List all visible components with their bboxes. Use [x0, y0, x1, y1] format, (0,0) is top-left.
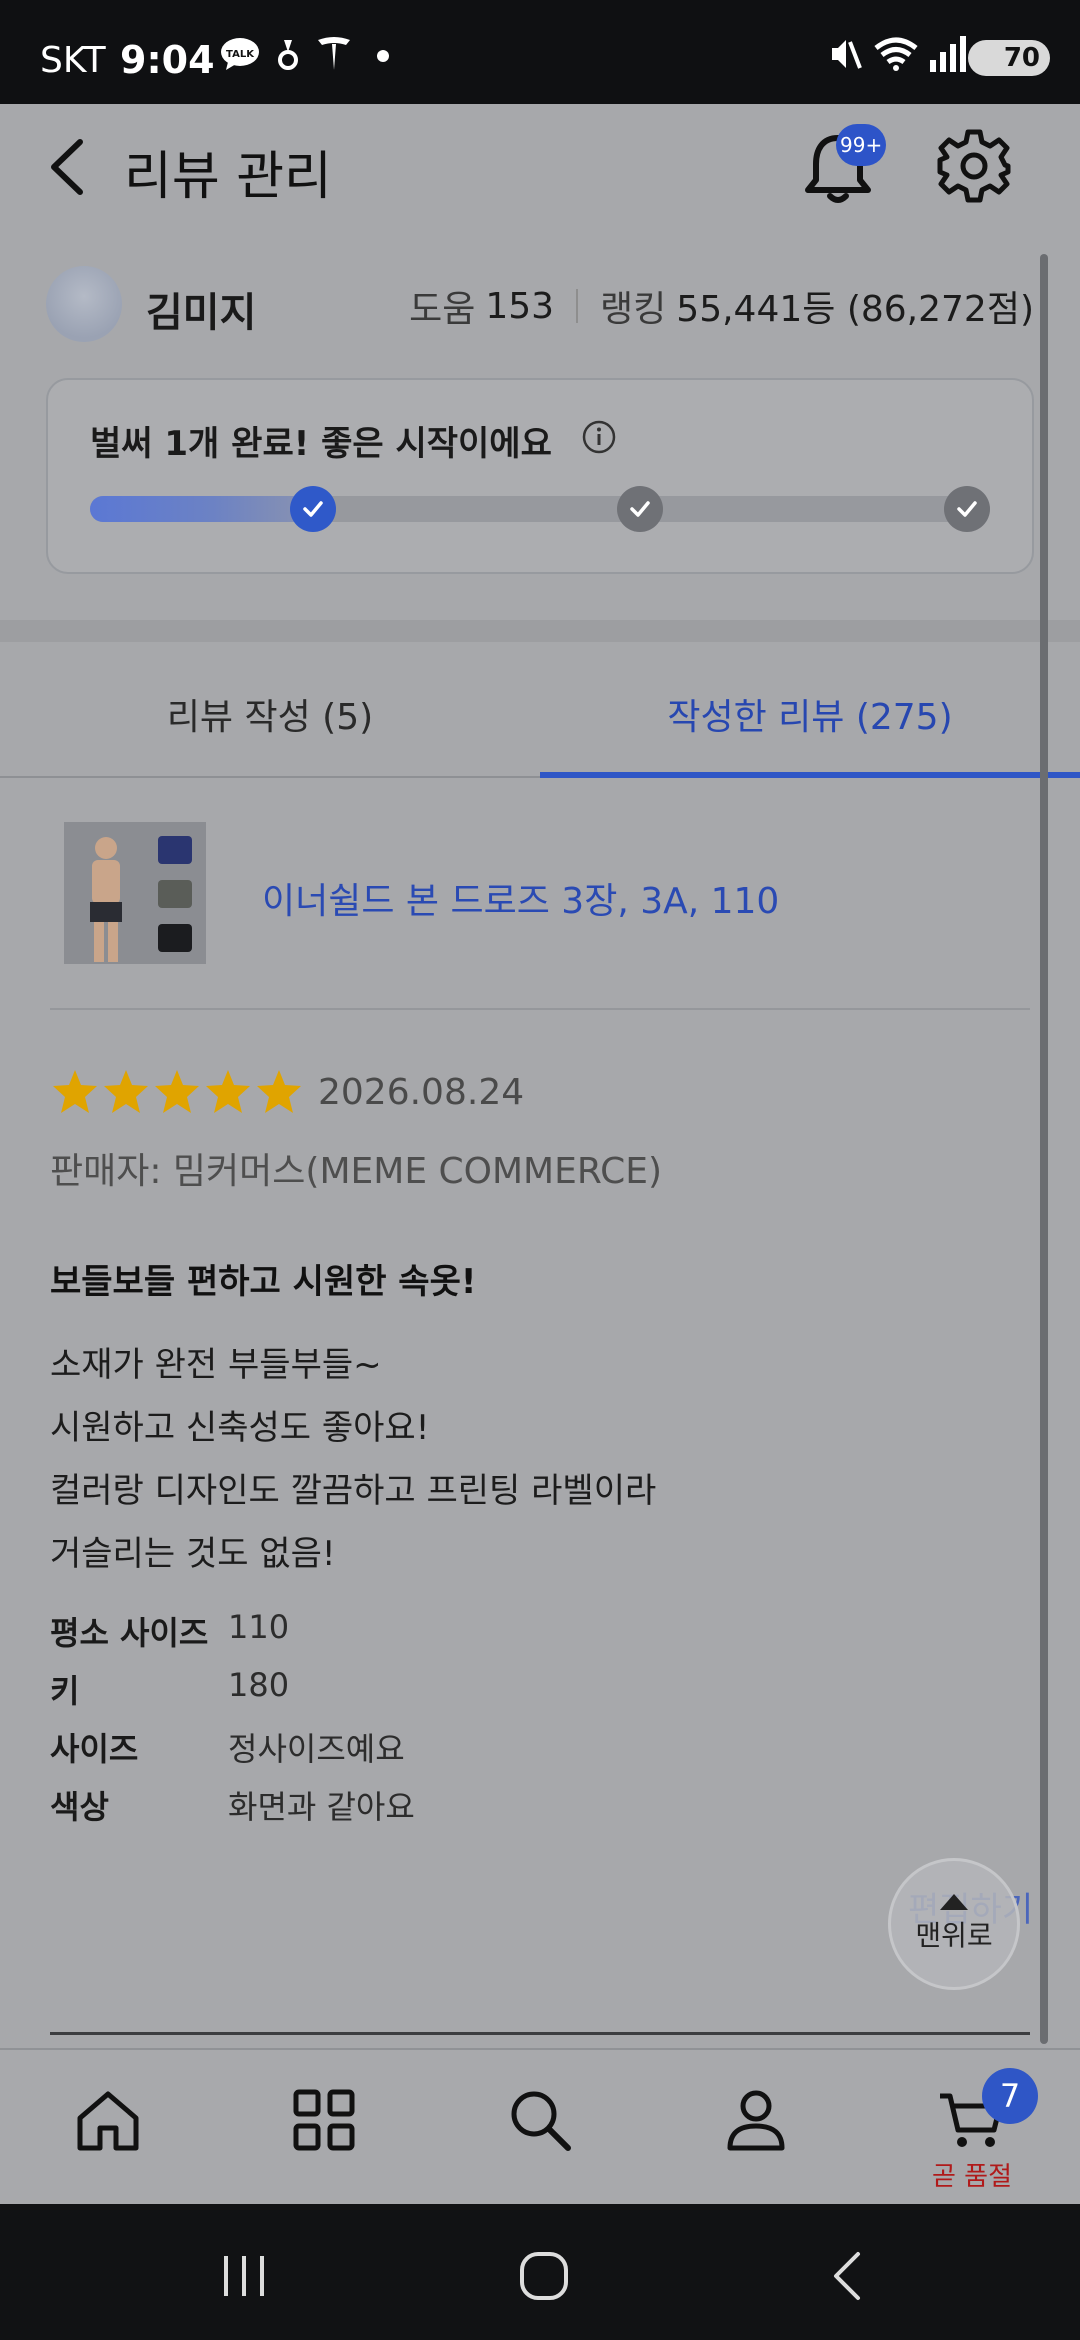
- page-title: 리뷰 관리: [124, 147, 332, 207]
- star-icon: [206, 1070, 250, 1113]
- svg-text:TALK: TALK: [226, 49, 255, 60]
- tesla-icon: [318, 37, 350, 70]
- attribute-row: 사이즈 정사이즈예요: [50, 1724, 415, 1782]
- cart-count-badge: 7: [982, 2068, 1038, 2124]
- system-navigation: [0, 2204, 1080, 2340]
- profile-summary: 김미지 도움 153 랭킹 55,441등 (86,272점): [0, 250, 1080, 360]
- mute-icon: [832, 40, 862, 69]
- attribute-key: 키: [50, 1672, 80, 1710]
- signal-icon: [930, 36, 966, 72]
- arrow-up-icon: [940, 1894, 968, 1910]
- carrier-label: SKT: [40, 40, 106, 81]
- stats-divider: [576, 289, 579, 323]
- user-name: 김미지: [146, 290, 257, 336]
- attribute-row: 평소 사이즈 110: [50, 1608, 415, 1666]
- review-line: 소재가 완전 부들부들~: [50, 1345, 382, 1385]
- ranking-value: 55,441등 (86,272점): [676, 289, 1034, 330]
- profile-icon[interactable]: [720, 2084, 792, 2156]
- attribute-value: 화면과 같아요: [228, 1788, 415, 1826]
- profile-stats: 도움 153 랭킹 55,441등 (86,272점): [409, 280, 1034, 332]
- attribute-key: 평소 사이즈: [50, 1614, 209, 1652]
- progress-card: 벌써 1개 완료! 좋은 시작이에요: [46, 378, 1034, 574]
- info-icon[interactable]: [582, 420, 616, 454]
- progress-message: 벌써 1개 완료! 좋은 시작이에요: [90, 424, 552, 464]
- progress-track: [90, 496, 990, 522]
- scroll-to-top-button[interactable]: 맨위로: [888, 1858, 1020, 1990]
- app-header: 리뷰 관리 99+: [0, 104, 1080, 230]
- step-pending-check-icon: [617, 486, 663, 532]
- seller-name: 판매자: 밈커머스(MEME COMMERCE): [50, 1151, 663, 1192]
- avatar[interactable]: [46, 266, 122, 342]
- review-line: 거슬리는 것도 없음!: [50, 1534, 336, 1574]
- star-icon: [155, 1070, 199, 1113]
- star-rating: [50, 1068, 305, 1116]
- tab-written-reviews[interactable]: 작성한 리뷰 (275): [540, 688, 1080, 740]
- status-bar: SKT 9:04 TALK 70: [0, 0, 1080, 104]
- recent-apps-icon[interactable]: [214, 2246, 274, 2306]
- progress-fill: [90, 496, 313, 522]
- review-line: 컬러랑 디자인도 깔끔하고 프린팅 라벨이라: [50, 1471, 657, 1511]
- ranking-label: 랭킹: [600, 289, 667, 330]
- tab-write-review[interactable]: 리뷰 작성 (5): [0, 688, 540, 740]
- attribute-row: 키 180: [50, 1666, 415, 1724]
- attribute-key: 색상: [50, 1788, 109, 1826]
- product-divider: [50, 1008, 1030, 1010]
- product-name-link[interactable]: 이너쉴드 본 드로즈 3장, 3A, 110: [262, 872, 779, 924]
- step-complete-check-icon: [290, 486, 336, 532]
- step-pending-check-icon: [944, 486, 990, 532]
- app-notification-icon: [278, 40, 298, 70]
- section-divider: [0, 620, 1080, 642]
- notification-badge: 99+: [836, 124, 887, 166]
- review-line: 시원하고 신축성도 좋아요!: [50, 1408, 430, 1448]
- review-title: 보들보들 편하고 시원한 속옷!: [50, 1262, 477, 1302]
- category-icon[interactable]: [288, 2084, 360, 2156]
- gear-icon[interactable]: [936, 126, 1012, 206]
- star-icon: [257, 1070, 301, 1113]
- star-icon: [104, 1070, 148, 1113]
- product-thumbnail[interactable]: [64, 822, 206, 964]
- back-button-icon[interactable]: [820, 2246, 880, 2306]
- home-icon[interactable]: [72, 2084, 144, 2156]
- scrollbar[interactable]: [1040, 254, 1048, 2044]
- scroll-to-top-label: 맨위로: [915, 1919, 993, 1952]
- battery-indicator: 70: [968, 40, 1050, 76]
- help-count: 153: [485, 285, 555, 327]
- search-icon[interactable]: [504, 2084, 576, 2156]
- attribute-value: 정사이즈예요: [228, 1730, 405, 1768]
- attribute-value: 110: [228, 1608, 290, 1646]
- talk-icon: TALK: [221, 38, 259, 70]
- star-icon: [53, 1070, 97, 1113]
- bottom-navigation: 7 곧 품절: [0, 2048, 1080, 2204]
- review-date: 2026.08.24: [318, 1072, 525, 1113]
- review-body: 소재가 완전 부들부들~ 시원하고 신축성도 좋아요! 컬러랑 디자인도 깔끔하…: [50, 1334, 656, 1586]
- back-arrow-icon[interactable]: [44, 132, 92, 202]
- attribute-row: 색상 화면과 같아요: [50, 1782, 415, 1840]
- review-attributes: 평소 사이즈 110 키 180 사이즈 정사이즈예요 색상 화면과 같아요: [50, 1608, 415, 1840]
- cart-soldout-notice: 곧 품절: [932, 2162, 1013, 2192]
- attribute-value: 180: [228, 1666, 290, 1704]
- review-end-divider: [50, 2032, 1030, 2035]
- product-photo: [64, 822, 206, 964]
- home-button-icon[interactable]: [514, 2246, 574, 2306]
- tab-active-indicator: [540, 772, 1080, 778]
- clock: 9:04: [120, 38, 215, 82]
- review-tabs: 리뷰 작성 (5) 작성한 리뷰 (275): [0, 642, 1080, 780]
- wifi-icon: [874, 37, 918, 71]
- help-label: 도움: [409, 289, 476, 330]
- attribute-key: 사이즈: [50, 1730, 139, 1768]
- dot-icon: [377, 50, 389, 62]
